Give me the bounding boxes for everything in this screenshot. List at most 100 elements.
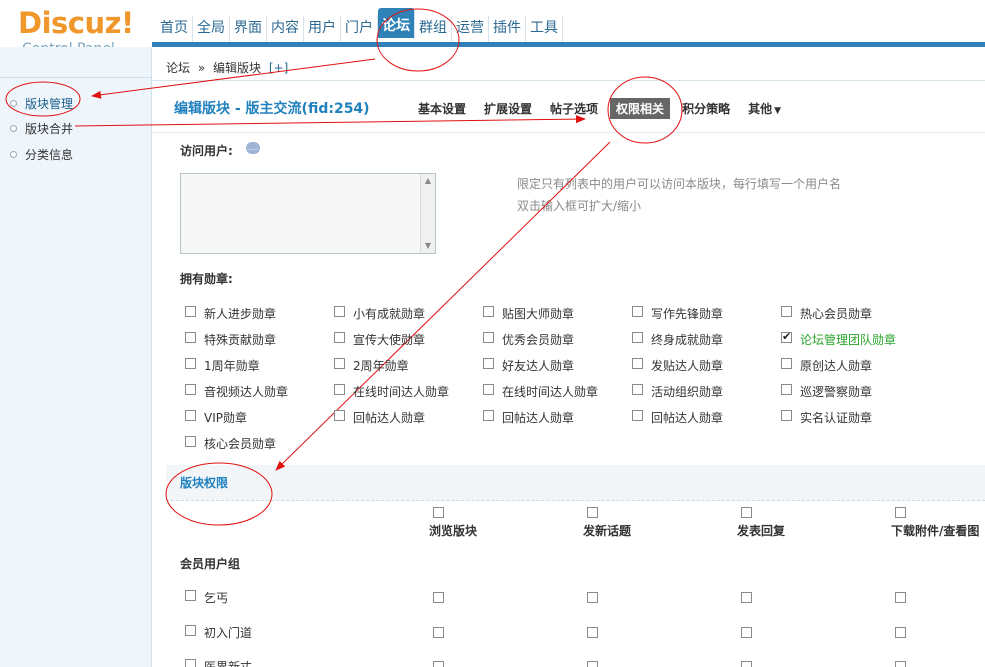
- permission-column-header: 浏览版块: [429, 524, 478, 538]
- top-nav-item[interactable]: 内容: [267, 16, 304, 42]
- breadcrumb-separator: »: [197, 61, 206, 75]
- medal-label: 新人进步勋章: [204, 307, 277, 321]
- medal-checkbox[interactable]: [334, 306, 345, 317]
- scroll-down-icon[interactable]: ▼: [421, 239, 435, 253]
- sidebar-item[interactable]: 版块合并: [10, 120, 73, 137]
- permission-column-select-all-checkbox[interactable]: [433, 507, 444, 518]
- permission-checkbox[interactable]: [741, 592, 752, 603]
- medal-label: 贴图大师勋章: [502, 307, 575, 321]
- breadcrumb-current: 编辑版块: [213, 61, 262, 75]
- top-nav-item[interactable]: 界面: [230, 16, 267, 42]
- permission-checkbox[interactable]: [741, 627, 752, 638]
- user-group-label: 初入门道: [204, 626, 253, 640]
- help-bubble-icon[interactable]: …: [246, 142, 260, 154]
- medal-checkbox[interactable]: [334, 410, 345, 421]
- dropdown-caret-icon: ▼: [774, 106, 782, 116]
- top-nav-item[interactable]: 用户: [304, 16, 341, 42]
- sidebar-item-label: 版块管理: [25, 97, 74, 111]
- medal-label: 终身成就勋章: [651, 333, 724, 347]
- sub-tab[interactable]: 扩展设置: [478, 98, 538, 119]
- medal-checkbox[interactable]: [185, 306, 196, 317]
- sub-tab-label: 权限相关: [616, 102, 665, 116]
- main-content: 编辑版块 - 版主交流(fid:254) 基本设置 扩展设置 帖子选项 权限相关 积分策…: [152, 81, 985, 667]
- top-nav-item[interactable]: 群组: [415, 16, 452, 42]
- permission-checkbox[interactable]: [433, 592, 444, 603]
- group-row-checkbox[interactable]: [185, 590, 196, 601]
- medal-label: 回帖达人勋章: [502, 411, 575, 425]
- sidebar-item[interactable]: 分类信息: [10, 146, 73, 163]
- medal-checkbox[interactable]: [483, 306, 494, 317]
- breadcrumb-root-link[interactable]: 论坛: [166, 61, 190, 75]
- medal-label: 热心会员勋章: [800, 307, 873, 321]
- sub-tab[interactable]: 权限相关: [610, 98, 671, 119]
- sub-tab[interactable]: 积分策略: [676, 98, 736, 119]
- medal-label: 2周年勋章: [353, 359, 409, 373]
- title-bar: 编辑版块 - 版主交流(fid:254) 基本设置 扩展设置 帖子选项 权限相关 积分策…: [152, 81, 985, 133]
- medal-checkbox[interactable]: [781, 330, 792, 343]
- sub-tab[interactable]: 其他 ▼: [742, 98, 787, 119]
- medal-checkbox[interactable]: [185, 384, 196, 395]
- medal-checkbox[interactable]: [781, 410, 792, 421]
- scroll-up-icon[interactable]: ▲: [421, 174, 435, 188]
- permission-checkbox[interactable]: [895, 661, 906, 667]
- medal-checkbox[interactable]: [185, 332, 196, 343]
- top-nav-item[interactable]: 门户: [341, 16, 378, 42]
- sub-tab-label: 积分策略: [682, 102, 731, 116]
- medal-checkbox[interactable]: [185, 436, 196, 447]
- permission-checkbox[interactable]: [433, 661, 444, 667]
- medal-checkbox[interactable]: [632, 410, 643, 421]
- sub-tab-label: 帖子选项: [550, 102, 599, 116]
- medal-checkbox[interactable]: [483, 332, 494, 343]
- medal-checkbox[interactable]: [632, 332, 643, 343]
- permission-checkbox[interactable]: [587, 627, 598, 638]
- medal-checkbox[interactable]: [632, 358, 643, 369]
- medal-checkbox[interactable]: [334, 332, 345, 343]
- bullet-icon: [10, 125, 17, 132]
- medal-checkbox[interactable]: [632, 306, 643, 317]
- access-hint-line2: 双击输入框可扩大/缩小: [517, 199, 642, 213]
- permission-column-select-all-checkbox[interactable]: [587, 507, 598, 518]
- permission-column-select-all-checkbox[interactable]: [895, 507, 906, 518]
- permission-column-header: 发表回复: [737, 524, 786, 538]
- top-nav: 首页 全局 界面 内容 用户 门户 论坛 群组 运营 插件 工具: [156, 8, 563, 42]
- medal-checkbox[interactable]: [185, 410, 196, 421]
- medal-label: 写作先锋勋章: [651, 307, 724, 321]
- medal-checkbox[interactable]: [483, 410, 494, 421]
- medal-label: 发贴达人勋章: [651, 359, 724, 373]
- medal-checkbox[interactable]: [334, 358, 345, 369]
- medal-checkbox[interactable]: [781, 358, 792, 369]
- top-nav-item[interactable]: 全局: [193, 16, 230, 42]
- breadcrumb-toggle-button[interactable]: [+]: [269, 61, 288, 75]
- user-group-label: 乞丐: [204, 591, 229, 605]
- sub-tab[interactable]: 帖子选项: [544, 98, 604, 119]
- medal-checkbox[interactable]: [632, 384, 643, 395]
- bullet-icon: [10, 100, 17, 107]
- medal-label: 在线时间达人勋章: [502, 385, 599, 399]
- access-users-label: 访问用户:: [180, 144, 233, 158]
- medal-checkbox[interactable]: [781, 384, 792, 395]
- medal-checkbox[interactable]: [334, 384, 345, 395]
- medal-checkbox[interactable]: [781, 306, 792, 317]
- group-row-checkbox[interactable]: [185, 625, 196, 636]
- sidebar-item[interactable]: 版块管理: [10, 95, 73, 112]
- group-row-checkbox[interactable]: [185, 659, 196, 667]
- top-nav-item[interactable]: 论坛: [378, 8, 415, 38]
- top-nav-item[interactable]: 工具: [526, 16, 563, 42]
- sub-tab[interactable]: 基本设置: [412, 98, 472, 119]
- permission-checkbox[interactable]: [741, 661, 752, 667]
- permission-checkbox[interactable]: [587, 592, 598, 603]
- medal-label: 回帖达人勋章: [353, 411, 426, 425]
- permission-checkbox[interactable]: [895, 592, 906, 603]
- textarea-scrollbar[interactable]: ▲ ▼: [420, 174, 435, 253]
- permission-checkbox[interactable]: [433, 627, 444, 638]
- top-nav-item[interactable]: 首页: [156, 16, 193, 42]
- top-nav-item[interactable]: 插件: [489, 16, 526, 42]
- access-users-textarea[interactable]: ▲ ▼: [180, 173, 436, 254]
- permission-checkbox[interactable]: [587, 661, 598, 667]
- medal-checkbox[interactable]: [483, 358, 494, 369]
- permission-column-select-all-checkbox[interactable]: [741, 507, 752, 518]
- medal-checkbox[interactable]: [483, 384, 494, 395]
- permission-checkbox[interactable]: [895, 627, 906, 638]
- medal-checkbox[interactable]: [185, 358, 196, 369]
- top-nav-item[interactable]: 运营: [452, 16, 489, 42]
